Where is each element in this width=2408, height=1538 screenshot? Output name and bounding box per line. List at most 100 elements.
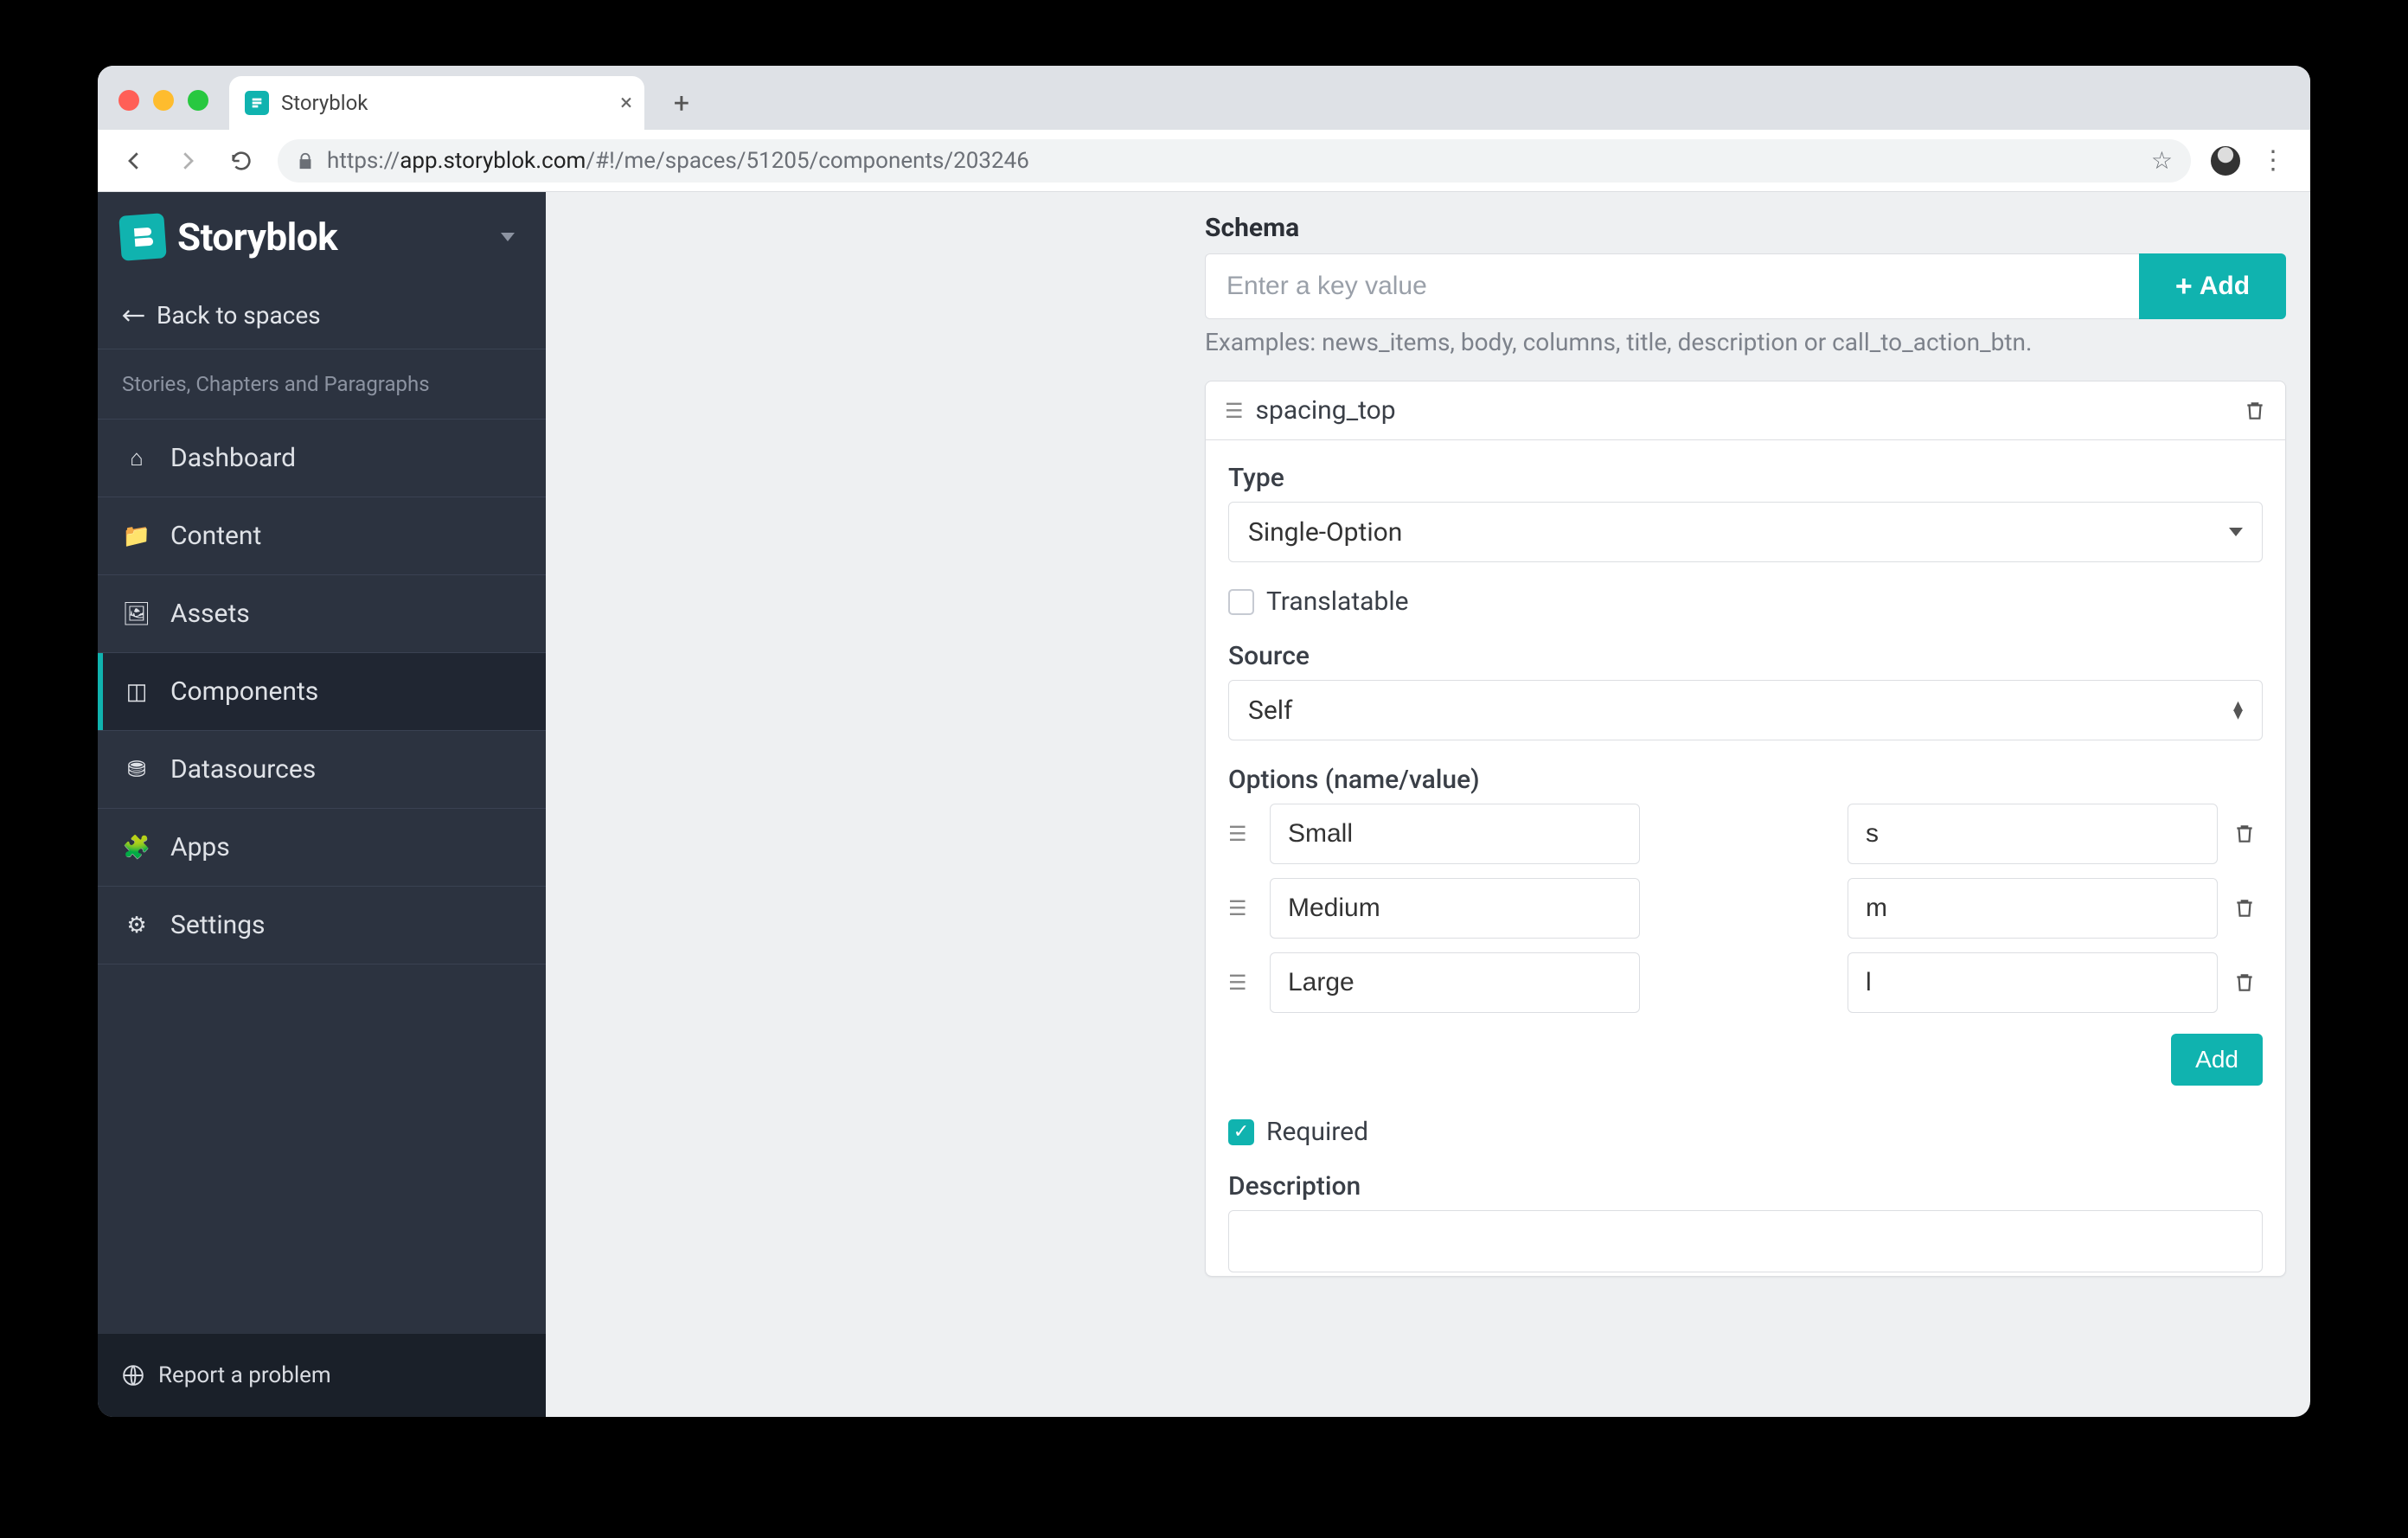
report-problem-label: Report a problem [158, 1362, 331, 1388]
brand-logo [118, 213, 167, 261]
browser-reload-button[interactable] [217, 137, 266, 185]
profile-avatar[interactable] [2208, 144, 2243, 178]
sidebar-item-apps[interactable]: 🧩 Apps [98, 809, 546, 887]
drag-handle-icon[interactable]: ☰ [1225, 399, 1244, 423]
tab-title: Storyblok [281, 91, 368, 115]
puzzle-icon: 🧩 [122, 835, 151, 861]
description-label: Description [1228, 1171, 2263, 1202]
sidebar-item-assets[interactable]: 🖼 Assets [98, 575, 546, 653]
main-content: Schema + Add Examples: news_items, body,… [546, 192, 2310, 1417]
option-row: ☰ [1228, 878, 2263, 939]
brand-name: Storyblok [177, 215, 337, 260]
schema-key-input[interactable] [1205, 253, 2139, 319]
sidebar-item-label: Settings [170, 910, 266, 940]
home-icon: ⌂ [122, 445, 151, 471]
folder-icon: 📁 [122, 523, 151, 549]
sidebar-item-label: Dashboard [170, 443, 296, 473]
image-icon: 🖼 [122, 601, 151, 627]
report-problem-link[interactable]: Report a problem [98, 1334, 546, 1417]
globe-icon [122, 1364, 144, 1387]
option-name-input[interactable] [1270, 804, 1640, 864]
sidebar-item-content[interactable]: 📁 Content [98, 497, 546, 575]
lock-icon [296, 151, 315, 170]
browser-toolbar: https:// app.storyblok.com /#!/me/spaces… [98, 130, 2310, 192]
bookmark-star-icon[interactable]: ☆ [2151, 146, 2173, 175]
sidebar-item-label: Content [170, 521, 261, 551]
options-list: ☰ ☰ ☰ [1228, 804, 2263, 1013]
option-delete-button[interactable] [2233, 971, 2263, 994]
sidebar-item-dashboard[interactable]: ⌂ Dashboard [98, 420, 546, 497]
option-delete-button[interactable] [2233, 897, 2263, 920]
sidebar-item-label: Components [170, 676, 318, 707]
translatable-checkbox[interactable] [1228, 589, 1254, 615]
required-checkbox[interactable]: ✓ [1228, 1119, 1254, 1145]
description-input[interactable] [1228, 1210, 2263, 1272]
option-delete-button[interactable] [2233, 823, 2263, 845]
sidebar-item-label: Datasources [170, 754, 316, 785]
address-bar[interactable]: https:// app.storyblok.com /#!/me/spaces… [278, 139, 2191, 183]
select-sort-icon: ▴▾ [2233, 702, 2243, 719]
back-to-spaces-label: Back to spaces [157, 301, 321, 330]
blocks-icon: ◫ [122, 679, 151, 705]
url-scheme: https:// [327, 148, 400, 174]
source-select[interactable]: Self ▴▾ [1228, 680, 2263, 740]
option-value-input[interactable] [1848, 804, 2218, 864]
option-name-input[interactable] [1270, 878, 1640, 939]
browser-forward-button[interactable] [163, 137, 212, 185]
type-select[interactable]: Single-Option [1228, 502, 2263, 562]
drag-handle-icon[interactable]: ☰ [1228, 822, 1254, 846]
drag-handle-icon[interactable]: ☰ [1228, 971, 1254, 995]
option-value-input[interactable] [1848, 952, 2218, 1013]
sidebar-item-label: Assets [170, 599, 250, 629]
brand-caret-icon[interactable] [501, 233, 515, 241]
translatable-checkbox-row[interactable]: Translatable [1228, 586, 2263, 617]
space-subtitle: Stories, Chapters and Paragraphs [98, 349, 546, 420]
sidebar-item-label: Apps [170, 832, 230, 862]
window-zoom-button[interactable] [188, 90, 208, 111]
browser-window: Storyblok × + https:// app.storyblok.com [98, 66, 2310, 1417]
browser-back-button[interactable] [110, 137, 158, 185]
option-row: ☰ [1228, 804, 2263, 864]
gear-icon: ⚙ [122, 913, 151, 939]
option-value-input[interactable] [1848, 878, 2218, 939]
browser-menu-button[interactable]: ⋮ [2248, 145, 2298, 176]
schema-field-name: spacing_top [1256, 395, 1396, 426]
schema-add-button[interactable]: + Add [2139, 253, 2286, 319]
field-delete-button[interactable] [2244, 400, 2266, 422]
sidebar: Storyblok Back to spaces Stories, Chapte… [98, 192, 546, 1417]
tab-close-icon[interactable]: × [620, 90, 632, 116]
source-select-value: Self [1248, 695, 1292, 726]
tab-favicon [245, 91, 269, 115]
schema-add-label: Add [2200, 272, 2250, 301]
option-add-button[interactable]: Add [2171, 1034, 2263, 1086]
option-row: ☰ [1228, 952, 2263, 1013]
app-body: Storyblok Back to spaces Stories, Chapte… [98, 192, 2310, 1417]
source-label: Source [1228, 641, 2263, 671]
required-checkbox-row[interactable]: ✓ Required [1228, 1117, 2263, 1147]
schema-field-header[interactable]: ☰ spacing_top [1206, 381, 2285, 440]
options-label: Options (name/value) [1228, 765, 2263, 795]
brand[interactable]: Storyblok [98, 192, 546, 282]
back-to-spaces-link[interactable]: Back to spaces [98, 282, 546, 349]
browser-tab-strip: Storyblok × + [98, 66, 2310, 130]
drag-handle-icon[interactable]: ☰ [1228, 896, 1254, 920]
schema-examples: Examples: news_items, body, columns, tit… [1205, 328, 2286, 356]
url-path: /#!/me/spaces/51205/components/203246 [586, 148, 1028, 174]
window-minimize-button[interactable] [153, 90, 174, 111]
database-icon: ⛃ [122, 757, 151, 783]
browser-tab[interactable]: Storyblok × [229, 76, 644, 130]
sidebar-nav: ⌂ Dashboard 📁 Content 🖼 Assets ◫ Components ⛃ Dat… [98, 420, 546, 1334]
sidebar-item-datasources[interactable]: ⛃ Datasources [98, 731, 546, 809]
type-label: Type [1228, 463, 2263, 493]
chevron-down-icon [2229, 528, 2243, 536]
url-host: app.storyblok.com [400, 148, 586, 174]
window-close-button[interactable] [118, 90, 139, 111]
sidebar-item-components[interactable]: ◫ Components [98, 653, 546, 731]
sidebar-item-settings[interactable]: ⚙ Settings [98, 887, 546, 964]
new-tab-button[interactable]: + [660, 81, 703, 125]
schema-field-card: ☰ spacing_top Type Single-Option [1205, 381, 2286, 1277]
type-select-value: Single-Option [1248, 517, 1402, 548]
option-name-input[interactable] [1270, 952, 1640, 1013]
window-controls [118, 90, 208, 111]
required-label: Required [1266, 1117, 1368, 1147]
